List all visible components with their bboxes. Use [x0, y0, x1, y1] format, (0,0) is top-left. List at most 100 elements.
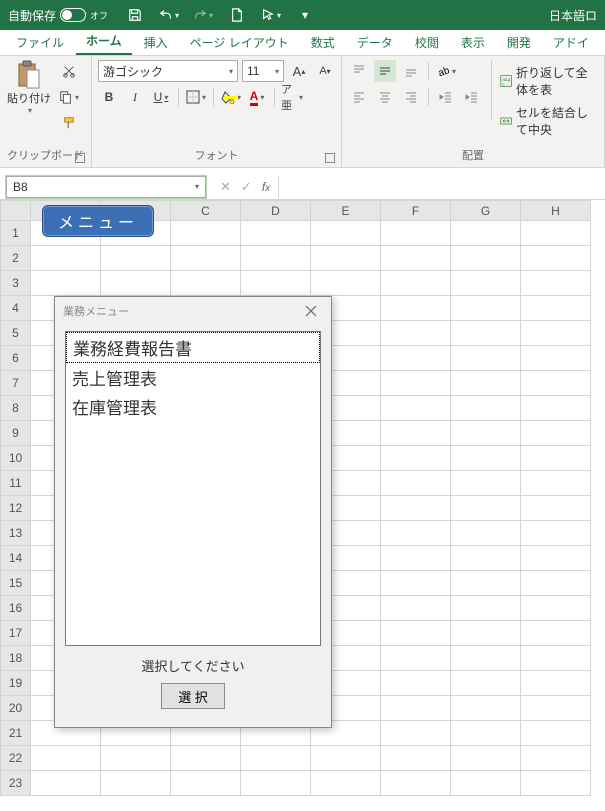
cell[interactable]: [381, 521, 451, 546]
cell[interactable]: [451, 271, 521, 296]
dialog-launcher-icon[interactable]: [325, 153, 335, 163]
cell[interactable]: [451, 446, 521, 471]
cell[interactable]: [521, 446, 591, 471]
cell[interactable]: [521, 346, 591, 371]
cell[interactable]: [451, 321, 521, 346]
cell[interactable]: [451, 221, 521, 246]
cell[interactable]: [101, 746, 171, 771]
cut-button[interactable]: [58, 60, 80, 82]
cell[interactable]: [521, 271, 591, 296]
cell[interactable]: [381, 721, 451, 746]
enter-formula-icon[interactable]: ✓: [241, 179, 252, 195]
row-header[interactable]: 13: [1, 521, 31, 546]
tab-insert[interactable]: 挿入: [134, 30, 178, 55]
row-header[interactable]: 16: [1, 596, 31, 621]
cell[interactable]: [171, 246, 241, 271]
cell[interactable]: [241, 271, 311, 296]
fill-color-button[interactable]: ▾: [220, 86, 242, 108]
row-header[interactable]: 18: [1, 646, 31, 671]
qat-customize[interactable]: ▾: [294, 4, 316, 26]
cell[interactable]: [311, 221, 381, 246]
cancel-formula-icon[interactable]: ✕: [220, 179, 231, 195]
cell[interactable]: [521, 646, 591, 671]
tab-formulas[interactable]: 数式: [301, 30, 345, 55]
row-header[interactable]: 23: [1, 771, 31, 796]
cell[interactable]: [451, 721, 521, 746]
cell[interactable]: [381, 696, 451, 721]
cell[interactable]: [451, 296, 521, 321]
align-right-button[interactable]: [400, 86, 422, 108]
cell[interactable]: [451, 546, 521, 571]
cell[interactable]: [451, 471, 521, 496]
cursor-button[interactable]: ▾: [260, 4, 282, 26]
cell[interactable]: [381, 496, 451, 521]
row-header[interactable]: 20: [1, 696, 31, 721]
cell[interactable]: [31, 271, 101, 296]
tab-data[interactable]: データ: [347, 30, 403, 55]
cell[interactable]: [451, 696, 521, 721]
format-painter-button[interactable]: [58, 112, 80, 134]
cell[interactable]: [521, 771, 591, 796]
align-top-button[interactable]: [348, 60, 370, 82]
formula-input[interactable]: [278, 176, 605, 198]
row-header[interactable]: 14: [1, 546, 31, 571]
cell[interactable]: [451, 671, 521, 696]
row-header[interactable]: 8: [1, 396, 31, 421]
cell[interactable]: [101, 246, 171, 271]
tab-addin[interactable]: アドイ: [543, 30, 599, 55]
cell[interactable]: [451, 346, 521, 371]
dialog-launcher-icon[interactable]: [75, 153, 85, 163]
autosave-toggle[interactable]: 自動保存 オフ: [8, 7, 108, 24]
cell[interactable]: [381, 246, 451, 271]
cell[interactable]: [521, 746, 591, 771]
menu-shape-button[interactable]: メニュー: [42, 205, 154, 237]
row-header[interactable]: 3: [1, 271, 31, 296]
cell[interactable]: [381, 296, 451, 321]
increase-indent-button[interactable]: [461, 86, 483, 108]
cell[interactable]: [381, 671, 451, 696]
new-file-button[interactable]: [226, 4, 248, 26]
redo-button[interactable]: ▾: [192, 4, 214, 26]
align-bottom-button[interactable]: [400, 60, 422, 82]
cell[interactable]: [451, 571, 521, 596]
cell[interactable]: [311, 271, 381, 296]
cell[interactable]: [521, 496, 591, 521]
row-header[interactable]: 17: [1, 621, 31, 646]
decrease-font-button[interactable]: A▾: [314, 60, 336, 82]
border-button[interactable]: ▾: [185, 86, 207, 108]
cell[interactable]: [241, 771, 311, 796]
cell[interactable]: [521, 246, 591, 271]
font-size-combo[interactable]: 11▾: [242, 60, 284, 82]
cell[interactable]: [381, 596, 451, 621]
merge-center-button[interactable]: セルを結合して中央: [500, 104, 598, 138]
cell[interactable]: [31, 746, 101, 771]
cell[interactable]: [521, 371, 591, 396]
cell[interactable]: [381, 446, 451, 471]
col-header[interactable]: F: [381, 201, 451, 221]
cell[interactable]: [521, 596, 591, 621]
cell[interactable]: [521, 221, 591, 246]
cell[interactable]: [381, 271, 451, 296]
cell[interactable]: [311, 771, 381, 796]
row-header[interactable]: 12: [1, 496, 31, 521]
cell[interactable]: [171, 771, 241, 796]
cell[interactable]: [451, 596, 521, 621]
cell[interactable]: [521, 521, 591, 546]
cell[interactable]: [451, 496, 521, 521]
row-header[interactable]: 7: [1, 371, 31, 396]
col-header[interactable]: E: [311, 201, 381, 221]
undo-button[interactable]: ▾: [158, 4, 180, 26]
font-name-combo[interactable]: 游ゴシック▾: [98, 60, 238, 82]
cell[interactable]: [451, 396, 521, 421]
cell[interactable]: [171, 746, 241, 771]
cell[interactable]: [451, 646, 521, 671]
cell[interactable]: [381, 646, 451, 671]
row-header[interactable]: 11: [1, 471, 31, 496]
cell[interactable]: [381, 746, 451, 771]
row-header[interactable]: 21: [1, 721, 31, 746]
cell[interactable]: [31, 246, 101, 271]
cell[interactable]: [451, 746, 521, 771]
cell[interactable]: [241, 246, 311, 271]
align-middle-button[interactable]: [374, 60, 396, 82]
cell[interactable]: [241, 746, 311, 771]
